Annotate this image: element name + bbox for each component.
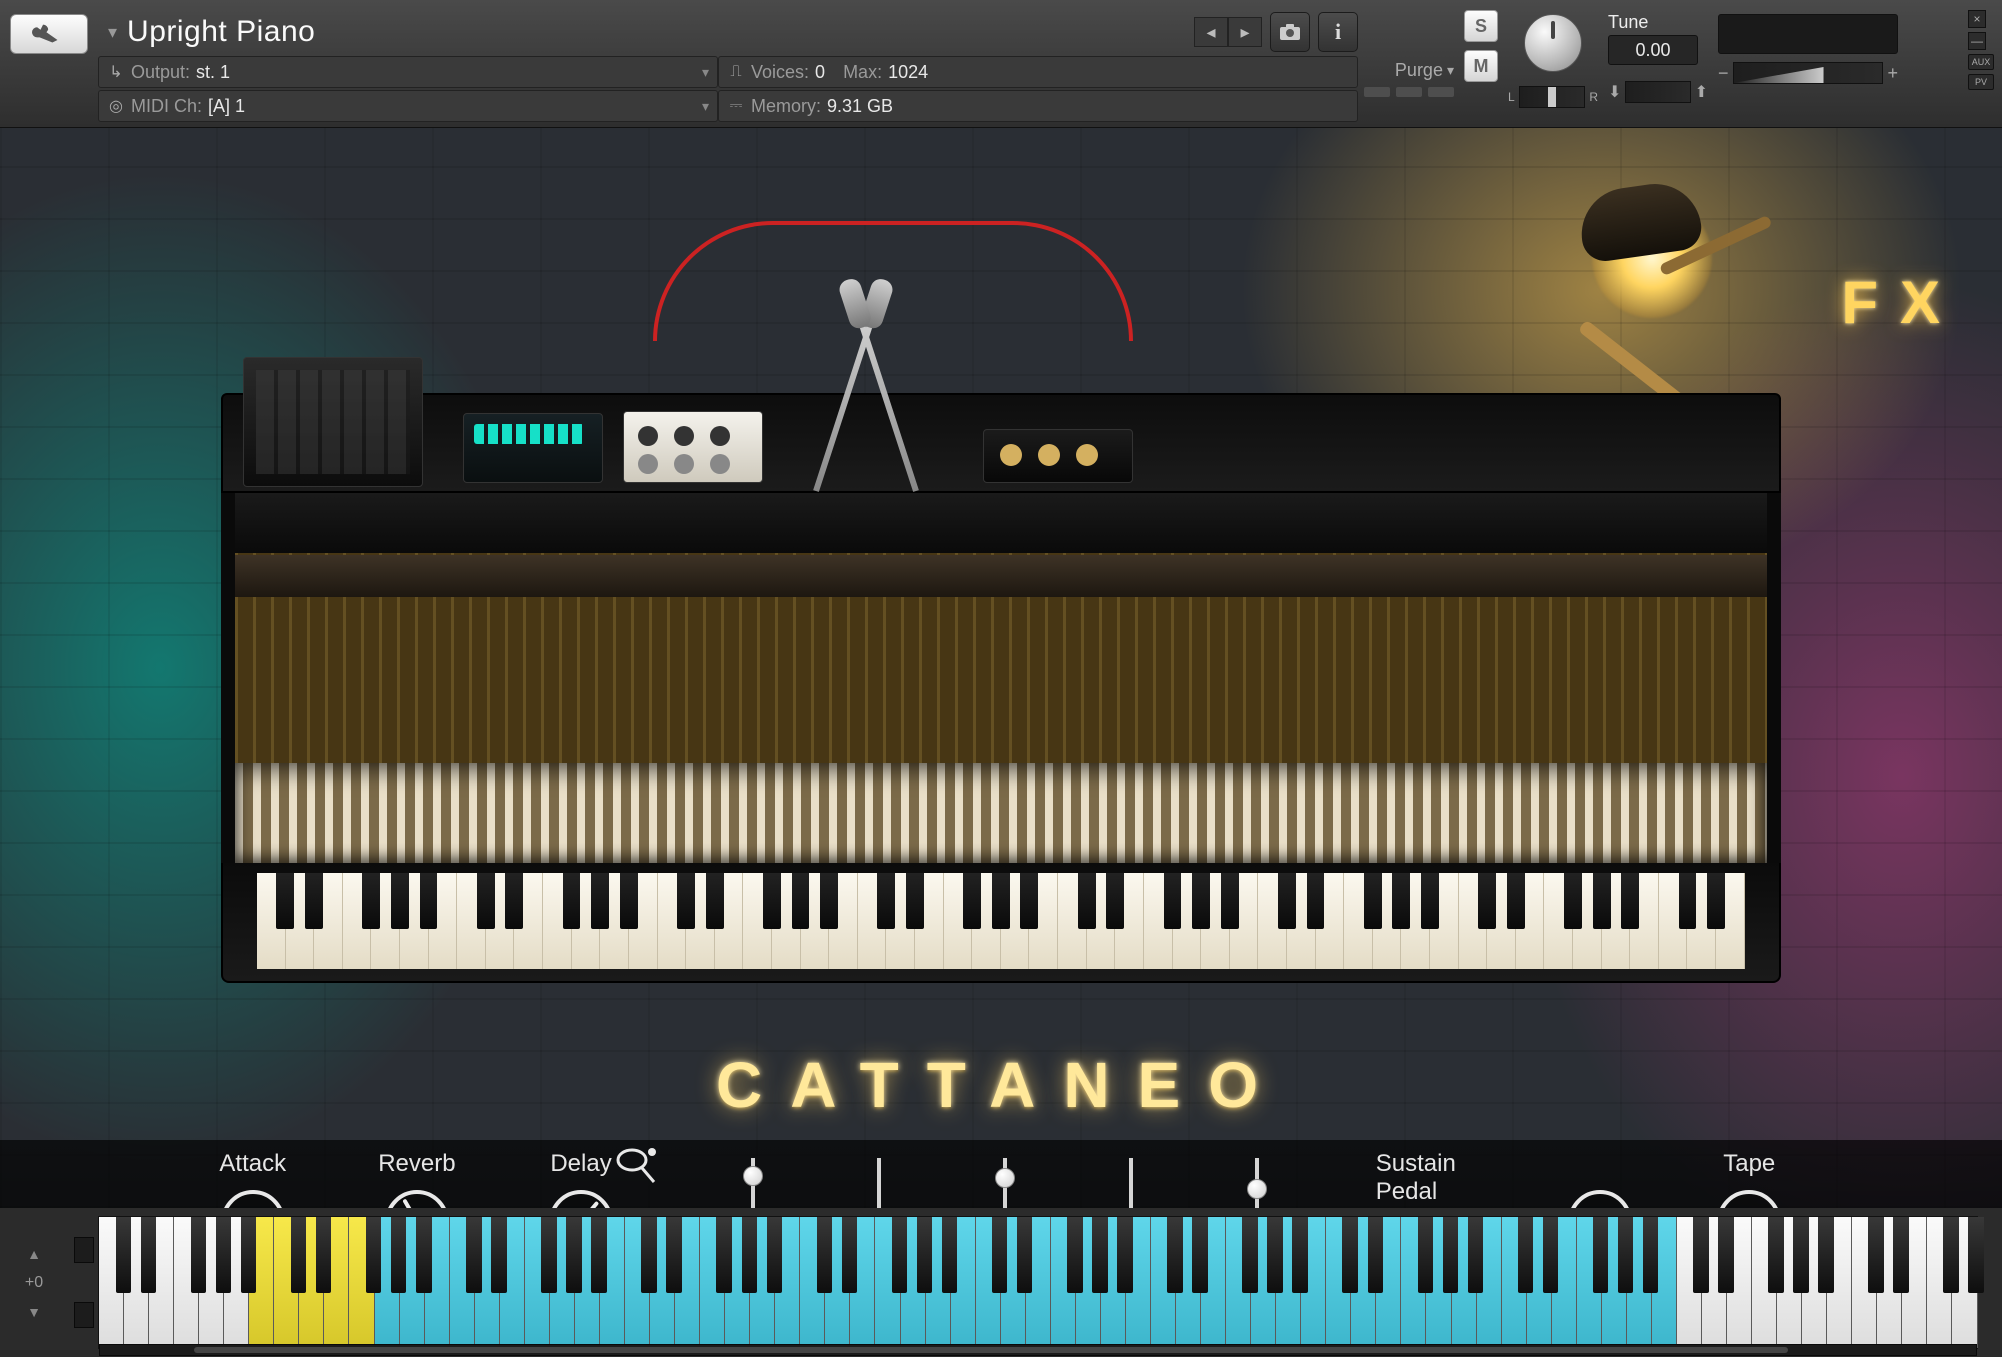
volume-knob[interactable] [1524,14,1582,72]
delay-label: Delay [550,1150,611,1178]
output-meter [1718,14,1898,54]
output-selector[interactable]: ↳ Output: st. 1 ▾ [98,56,718,88]
right-cluster: Purge ▾ S M L R Tune 0.00 ⬇ ⬆ [1358,0,2002,127]
control-strip: Attack Reverb Large Ambience Delay Eight… [0,1140,2002,1208]
fx-page-button[interactable]: FX [1841,268,1962,337]
memory-label: Memory: [751,96,821,117]
kontakt-keyboard: ▲ +0 ▼ [0,1208,2002,1357]
sustain-control: Sustain Pedal [1376,1150,1504,1208]
fader-human[interactable]: HUMAN [836,1150,922,1208]
info-button[interactable]: i [1318,12,1358,52]
chevron-down-icon: ▾ [702,64,709,81]
cable-graphic [783,221,1133,341]
output-icon: ↳ [107,62,125,82]
kontakt-header: ▾ Upright Piano ↳ Output: st. 1 ▾ ◎ MIDI… [0,0,2002,128]
transpose-down-button[interactable]: ▼ [27,1304,41,1320]
delay-knob[interactable] [549,1190,613,1208]
instrument-name: Upright Piano [127,15,315,49]
attack-knob[interactable] [221,1190,285,1208]
voices-max-value: 1024 [888,62,928,83]
voices-value: 0 [815,62,825,83]
delay-control: Delay Eight [528,1150,634,1208]
soundboard-graphic [221,493,1781,763]
midi-channel-selector[interactable]: ◎ MIDI Ch: [A] 1 ▾ [98,90,718,122]
instrument-gui: FX CATTANEO Attack R [0,128,2002,1208]
midi-label: MIDI Ch: [131,96,202,117]
keyboard-scrollbar[interactable] [99,1344,1977,1356]
pv-button[interactable]: PV [1968,74,1994,90]
settings-wrench-button[interactable] [10,14,88,54]
pan-right-label: R [1589,90,1598,104]
tune-value[interactable]: 0.00 [1608,35,1698,65]
tune-up-icon[interactable]: ⬆ [1695,82,1708,102]
tape-noise-knob[interactable] [1568,1190,1632,1208]
keyboard-transpose: ▲ +0 ▼ [0,1208,68,1357]
attack-label: Attack [219,1150,286,1178]
transpose-up-button[interactable]: ▲ [27,1246,41,1262]
velocity-indicator [74,1302,94,1328]
piano-keys-graphic [257,873,1745,969]
voices-display: ⎍ Voices: 0 Max: 1024 [718,56,1358,88]
purge-leds [1364,87,1454,97]
tune-strip[interactable] [1625,81,1690,103]
fx-pedal-graphic [983,429,1133,483]
memory-icon: ⎓ [727,97,745,115]
attack-control: Attack [200,1150,306,1208]
camera-icon [1279,23,1301,41]
reverb-control: Reverb Large Ambience [342,1150,493,1208]
solo-button[interactable]: S [1464,10,1498,42]
tape-noise-control: Tape Noise 4 [1540,1150,1661,1208]
onscreen-keyboard[interactable] [98,1216,1978,1349]
fader-color[interactable]: COLOR [1214,1150,1300,1208]
velocity-indicator [74,1237,94,1263]
title-block: ▾ Upright Piano ↳ Output: st. 1 ▾ ◎ MIDI… [98,0,718,127]
reverb-knob[interactable] [385,1190,449,1208]
chevron-down-icon: ▾ [702,98,709,115]
next-preset-button[interactable]: ▸ [1228,17,1262,47]
voices-max-label: Max: [843,62,882,83]
rack-unit-graphic [243,357,423,487]
aux-button[interactable]: AUX [1968,54,1994,70]
desk-lamp-graphic [1562,158,1742,428]
midi-icon: ◎ [107,96,125,116]
tape-label: Tape [1723,1150,1775,1178]
fx-pedal-graphic [463,413,603,483]
mute-button[interactable]: M [1464,50,1498,82]
fader-piano[interactable]: PIANO [710,1150,796,1208]
midi-value: [A] 1 [208,96,245,117]
output-label: Output: [131,62,190,83]
mixer-faders: PIANO HUMAN SWELL RUST COLOR [710,1150,1300,1208]
wrench-icon [32,23,66,45]
volume-fader[interactable] [1733,62,1884,84]
tune-down-icon[interactable]: ⬇ [1608,82,1621,102]
tape-knob[interactable] [1717,1190,1781,1208]
fader-rust[interactable]: RUST [1088,1150,1174,1208]
voices-icon: ⎍ [727,63,745,81]
pan-slider[interactable] [1519,86,1586,108]
close-icon[interactable]: × [1968,10,1986,28]
pan-left-label: L [1508,90,1515,104]
voices-label: Voices: [751,62,809,83]
purge-label[interactable]: Purge [1395,60,1443,81]
center-block: ◂ ▸ i ⎍ Voices: 0 Max: 1024 ⎓ Memory: 9.… [718,0,1358,127]
instrument-logo: CATTANEO [716,1048,1286,1122]
tune-label: Tune [1608,12,1708,33]
preset-menu-triangle-icon[interactable]: ▾ [108,22,117,43]
sustain-label: Sustain Pedal [1376,1150,1504,1206]
minimize-icon[interactable]: — [1968,32,1986,50]
pingpong-icon[interactable] [614,1146,658,1189]
hammers-graphic [221,763,1781,863]
prev-preset-button[interactable]: ◂ [1194,17,1228,47]
snapshot-camera-button[interactable] [1270,12,1310,52]
reverb-label: Reverb [378,1150,455,1178]
memory-value: 9.31 GB [827,96,893,117]
output-value: st. 1 [196,62,230,83]
transpose-value: +0 [25,1274,43,1292]
upright-piano-graphic [221,393,1781,983]
tape-control: Tape Wobble [1696,1150,1802,1208]
fx-pedal-graphic [623,411,763,483]
memory-display: ⎓ Memory: 9.31 GB [718,90,1358,122]
fader-swell[interactable]: SWELL [962,1150,1048,1208]
chevron-down-icon[interactable]: ▾ [1447,62,1454,79]
